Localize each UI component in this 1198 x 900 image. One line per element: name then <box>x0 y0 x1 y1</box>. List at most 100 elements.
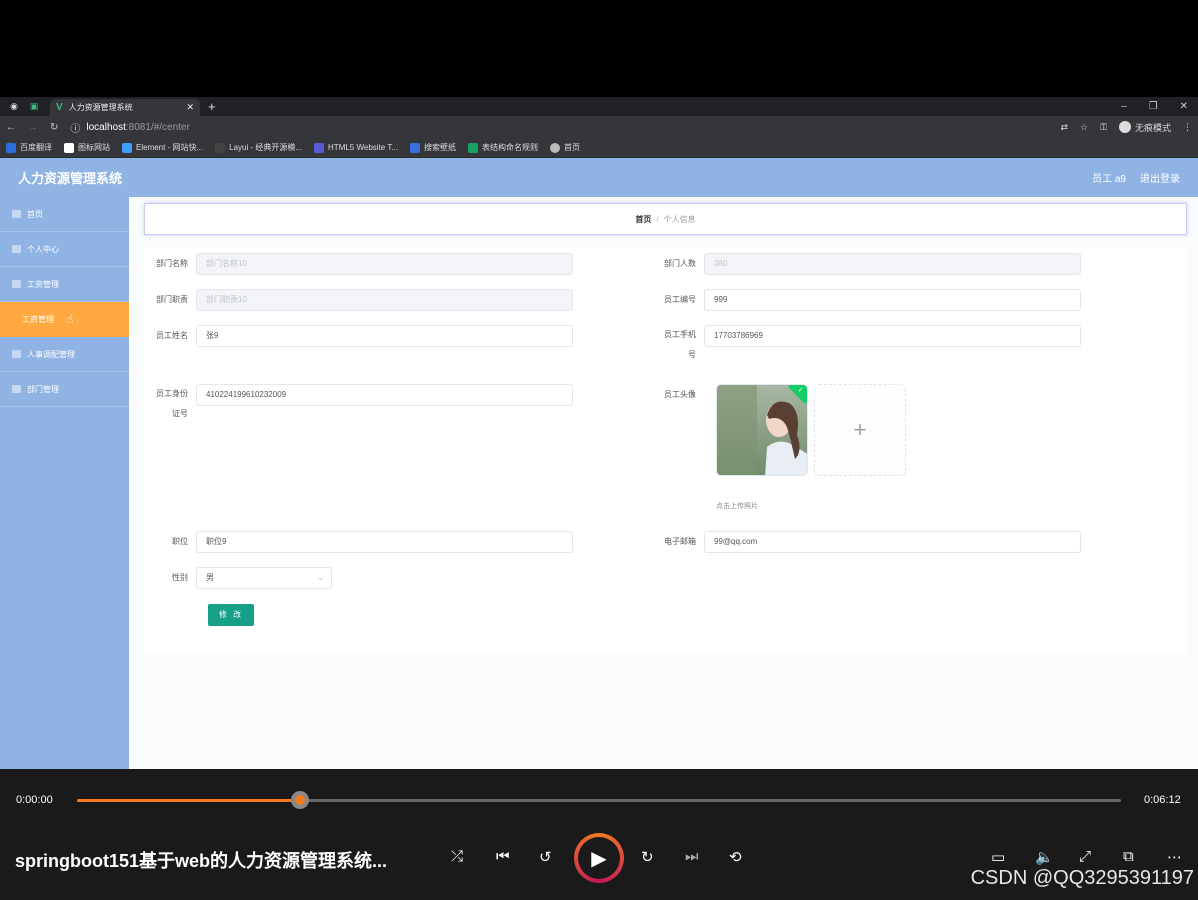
breadcrumb: 首页 / 个人信息 <box>144 203 1187 235</box>
bookmark[interactable]: Element - 网站快... <box>122 142 203 153</box>
key-icon[interactable]: ⚿ <box>1100 122 1107 133</box>
restore-icon[interactable]: ❐ <box>1149 101 1158 112</box>
previous-icon[interactable]: ⏮ <box>496 848 510 865</box>
breadcrumb-home[interactable]: 首页 <box>635 214 651 225</box>
list-icon <box>12 350 21 358</box>
bookmark-label: 图标网站 <box>78 143 110 152</box>
emp-phone-label-line2: 号 <box>688 350 696 359</box>
emp-name-label: 员工姓名 <box>156 331 188 340</box>
progress-knob[interactable] <box>291 791 310 809</box>
bookmark-label: 首页 <box>563 143 580 152</box>
forward-30-icon[interactable]: ↻ <box>641 848 654 866</box>
current-time: 0:00:00 <box>16 794 53 806</box>
field-dept-count: 部门人数 380 <box>652 253 1081 275</box>
mini-player-icon[interactable]: ⧉ <box>1123 848 1134 865</box>
bookmark[interactable]: 表结构命名规则 <box>467 142 538 153</box>
play-icon: ▶ <box>578 837 620 879</box>
pinned-tab-icon[interactable]: ▣ <box>28 101 40 113</box>
vue-logo-icon: V <box>56 102 63 113</box>
logout-link[interactable]: 退出登录 <box>1140 170 1180 185</box>
bookmark-label: HTML5 Website T... <box>328 143 398 152</box>
browser-window: ◉ ▣ V 人力资源管理系统 ✕ + – ❐ ✕ ← → ↻ ⓘ localho… <box>0 97 1198 769</box>
play-button[interactable]: ▶ <box>574 833 624 883</box>
bookmark[interactable]: HTML5 Website T... <box>314 142 398 153</box>
bookmark[interactable]: 首页 <box>549 142 580 153</box>
field-emp-name: 员工姓名 张9 <box>144 325 573 347</box>
bookmark-label: Layui - 经典开源模... <box>229 143 303 152</box>
url-field[interactable]: ⓘ localhost:8081/#/center <box>70 120 189 135</box>
subtitles-icon[interactable]: ▭ <box>991 848 1005 866</box>
field-emp-id: 员工身份 证号 410224199610232009 <box>144 384 573 424</box>
minimize-icon[interactable]: – <box>1121 101 1127 112</box>
star-icon[interactable]: ☆ <box>1080 122 1088 133</box>
avatar-photo[interactable]: ✓ <box>716 384 808 476</box>
dept-duty-label: 部门职责 <box>156 295 188 304</box>
html5-icon <box>314 142 325 153</box>
table-icon <box>467 142 478 153</box>
field-position: 职位 职位9 <box>144 531 573 553</box>
wallpaper-icon <box>409 142 420 153</box>
emp-id-input[interactable]: 410224199610232009 <box>196 384 573 406</box>
fullscreen-icon[interactable]: ⤢ <box>1079 848 1091 865</box>
avatar-image <box>717 385 807 475</box>
next-icon[interactable]: ⏭ <box>685 848 699 865</box>
field-emp-no: 员工编号 999 <box>652 289 1081 311</box>
more-icon[interactable]: ⋮ <box>1183 122 1192 133</box>
emp-avatar-label: 员工头像 <box>664 390 696 399</box>
profile-button[interactable]: 无痕模式 <box>1118 121 1171 134</box>
sidebar-item-salary[interactable]: 工资管理 <box>0 267 129 302</box>
bookmark[interactable]: 图标网站 <box>64 142 110 153</box>
folder-icon <box>12 280 21 288</box>
emp-name-input[interactable]: 张9 <box>196 325 573 347</box>
close-tab-icon[interactable]: ✕ <box>186 102 194 113</box>
bookmark[interactable]: Layui - 经典开源模... <box>215 142 302 153</box>
sidebar-item-label: 工资管理 <box>27 279 59 289</box>
bookmark[interactable]: 搜索壁纸 <box>409 142 456 153</box>
shuffle-icon[interactable]: ⤮ <box>451 848 463 865</box>
reload-icon[interactable]: ↻ <box>50 122 58 133</box>
progress-track[interactable] <box>77 799 1121 802</box>
sidebar-item-home[interactable]: 首页 <box>0 197 129 232</box>
flag-icon <box>64 142 74 153</box>
close-window-icon[interactable]: ✕ <box>1180 101 1188 112</box>
field-dept-name: 部门名称 部门名称10 <box>144 253 573 275</box>
user-name: 员工 a9 <box>1092 174 1126 185</box>
field-emp-avatar: 员工头像 <box>652 384 704 406</box>
dept-name-input: 部门名称10 <box>196 253 573 275</box>
profile-form: 部门名称 部门名称10 部门人数 380 部门职责 部门职责10 员工编号 99… <box>144 247 1187 652</box>
more-options-icon[interactable]: ⋯ <box>1167 848 1182 866</box>
email-input[interactable]: 99@qq.com <box>704 531 1081 553</box>
translate-icon[interactable]: ⇄ <box>1061 122 1069 133</box>
tab-title: 人力资源管理系统 <box>68 103 133 112</box>
volume-icon[interactable]: 🔈 <box>1035 848 1054 866</box>
rewind-10-icon[interactable]: ↺ <box>539 848 552 866</box>
emp-phone-label: 员工手机号 <box>652 325 704 365</box>
window-controls: – ❐ ✕ <box>1121 101 1198 112</box>
screen: ◉ ▣ V 人力资源管理系统 ✕ + – ❐ ✕ ← → ↻ ⓘ localho… <box>0 0 1198 900</box>
bookmark[interactable]: 百度翻译 <box>6 142 52 153</box>
upload-add-button[interactable]: + <box>814 384 906 476</box>
forward-icon[interactable]: → <box>28 122 38 133</box>
browser-menu-icon[interactable]: ◉ <box>8 101 20 113</box>
gender-select[interactable]: 男 ⌄ <box>196 567 332 589</box>
duration: 0:06:12 <box>1144 794 1181 806</box>
browser-tab[interactable]: V 人力资源管理系统 ✕ <box>50 99 200 116</box>
address-bar: ← → ↻ ⓘ localhost:8081/#/center ⇄ ☆ ⚿ 无痕… <box>0 116 1198 138</box>
incognito-icon <box>1118 121 1131 133</box>
sidebar-subitem-salary[interactable]: 工资管理 ☝ <box>0 302 129 337</box>
back-icon[interactable]: ← <box>6 122 16 133</box>
emp-id-label: 员工身份 证号 <box>144 384 196 424</box>
position-input[interactable]: 职位9 <box>196 531 573 553</box>
sidebar-item-personal-center[interactable]: 个人中心 <box>0 232 129 267</box>
submit-button[interactable]: 修 改 <box>208 604 254 626</box>
dept-count-input: 380 <box>704 253 1081 275</box>
emp-phone-input[interactable]: 17703786969 <box>704 325 1081 347</box>
emp-no-input[interactable]: 999 <box>704 289 1081 311</box>
repeat-off-icon[interactable]: ⟲ <box>729 848 742 866</box>
main-content: 首页 / 个人信息 部门名称 部门名称10 部门人数 380 部门职责 部门职责… <box>129 197 1198 769</box>
chevron-down-icon: ⌄ <box>317 573 324 582</box>
sidebar-item-hr-transfer[interactable]: 人事调配管理 <box>0 337 129 372</box>
new-tab-icon[interactable]: + <box>208 99 216 114</box>
sidebar-item-label: 个人中心 <box>27 244 59 254</box>
sidebar-item-department[interactable]: 部门管理 <box>0 372 129 407</box>
